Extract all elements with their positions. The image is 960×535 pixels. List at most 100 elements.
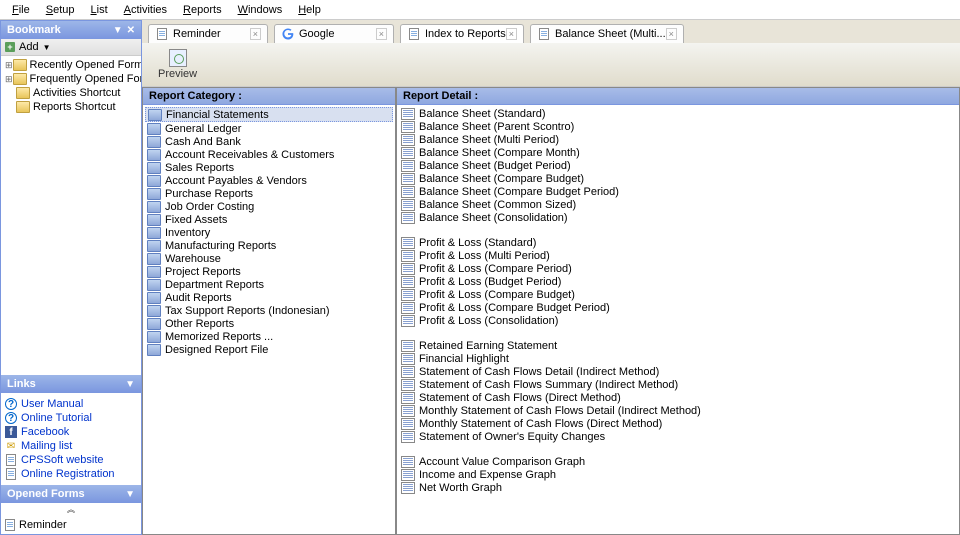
- tab[interactable]: Balance Sheet (Multi...×: [530, 24, 684, 43]
- report-item[interactable]: Balance Sheet (Compare Budget): [399, 172, 957, 185]
- menu-reports[interactable]: Reports: [175, 2, 230, 18]
- dropdown-icon[interactable]: ▼: [125, 489, 135, 500]
- report-item[interactable]: Balance Sheet (Compare Budget Period): [399, 185, 957, 198]
- category-item[interactable]: Account Receivables & Customers: [145, 148, 393, 161]
- category-item[interactable]: Inventory: [145, 226, 393, 239]
- tab[interactable]: Index to Reports×: [400, 24, 524, 43]
- expand-icon[interactable]: ⊞: [5, 74, 13, 85]
- report-item[interactable]: Balance Sheet (Consolidation): [399, 211, 957, 224]
- report-label: Balance Sheet (Standard): [419, 108, 546, 120]
- scroll-up-icon[interactable]: ︽: [1, 503, 141, 516]
- report-item[interactable]: Profit & Loss (Compare Budget Period): [399, 301, 957, 314]
- report-item[interactable]: Profit & Loss (Standard): [399, 236, 957, 249]
- close-icon[interactable]: ✕: [127, 25, 135, 36]
- report-item[interactable]: Balance Sheet (Common Sized): [399, 198, 957, 211]
- category-icon: [147, 292, 161, 304]
- preview-button[interactable]: Preview: [150, 47, 205, 82]
- report-icon: [401, 276, 415, 288]
- tab-close-icon[interactable]: ×: [376, 28, 387, 40]
- report-item[interactable]: Monthly Statement of Cash Flows Detail (…: [399, 404, 957, 417]
- tab[interactable]: Google×: [274, 24, 394, 43]
- report-item[interactable]: Balance Sheet (Budget Period): [399, 159, 957, 172]
- category-label: Financial Statements: [166, 109, 269, 121]
- opened-form-item[interactable]: Reminder: [5, 518, 137, 532]
- category-item[interactable]: Job Order Costing: [145, 200, 393, 213]
- tab-close-icon[interactable]: ×: [506, 28, 517, 40]
- report-item[interactable]: Statement of Cash Flows Detail (Indirect…: [399, 365, 957, 378]
- category-item[interactable]: Purchase Reports: [145, 187, 393, 200]
- report-item[interactable]: Profit & Loss (Compare Budget): [399, 288, 957, 301]
- menu-windows[interactable]: Windows: [230, 2, 291, 18]
- report-item[interactable]: Statement of Owner's Equity Changes: [399, 430, 957, 443]
- report-item[interactable]: Profit & Loss (Budget Period): [399, 275, 957, 288]
- report-item[interactable]: Balance Sheet (Multi Period): [399, 133, 957, 146]
- menu-setup[interactable]: Setup: [38, 2, 83, 18]
- tab-close-icon[interactable]: ×: [666, 28, 677, 40]
- links-title: Links: [7, 378, 125, 390]
- report-item[interactable]: Profit & Loss (Compare Period): [399, 262, 957, 275]
- tab-label: Index to Reports: [425, 28, 506, 40]
- category-item[interactable]: Project Reports: [145, 265, 393, 278]
- category-icon: [147, 162, 161, 174]
- category-item[interactable]: Audit Reports: [145, 291, 393, 304]
- category-icon: [147, 344, 161, 356]
- category-icon: [148, 109, 162, 121]
- report-item[interactable]: Profit & Loss (Consolidation): [399, 314, 957, 327]
- report-item[interactable]: Balance Sheet (Parent Scontro): [399, 120, 957, 133]
- expand-icon[interactable]: ⊞: [5, 60, 13, 71]
- category-item[interactable]: Fixed Assets: [145, 213, 393, 226]
- link-item[interactable]: CPSSoft website: [5, 453, 137, 467]
- menu-activities[interactable]: Activities: [116, 2, 175, 18]
- category-item[interactable]: Other Reports: [145, 317, 393, 330]
- report-item[interactable]: Monthly Statement of Cash Flows (Direct …: [399, 417, 957, 430]
- dropdown-icon[interactable]: ▼: [113, 25, 123, 36]
- tree-item[interactable]: ⊞Recently Opened Forms: [3, 58, 139, 72]
- category-item[interactable]: Memorized Reports ...: [145, 330, 393, 343]
- category-item[interactable]: General Ledger: [145, 122, 393, 135]
- group-spacer: [399, 327, 957, 339]
- tree-item[interactable]: Reports Shortcut: [3, 100, 139, 114]
- report-item[interactable]: Retained Earning Statement: [399, 339, 957, 352]
- category-item[interactable]: Tax Support Reports (Indonesian): [145, 304, 393, 317]
- menu-file[interactable]: File: [4, 2, 38, 18]
- report-label: Profit & Loss (Consolidation): [419, 315, 558, 327]
- report-item[interactable]: Account Value Comparison Graph: [399, 455, 957, 468]
- category-item[interactable]: Financial Statements: [145, 107, 393, 122]
- category-item[interactable]: Designed Report File: [145, 343, 393, 356]
- report-item[interactable]: Statement of Cash Flows (Direct Method): [399, 391, 957, 404]
- link-item[interactable]: ?Online Tutorial: [5, 411, 137, 425]
- category-item[interactable]: Manufacturing Reports: [145, 239, 393, 252]
- report-item[interactable]: Income and Expense Graph: [399, 468, 957, 481]
- report-item[interactable]: Net Worth Graph: [399, 481, 957, 494]
- link-item[interactable]: ?User Manual: [5, 397, 137, 411]
- category-item[interactable]: Department Reports: [145, 278, 393, 291]
- category-item[interactable]: Cash And Bank: [145, 135, 393, 148]
- category-item[interactable]: Warehouse: [145, 252, 393, 265]
- category-label: Audit Reports: [165, 292, 232, 304]
- report-label: Balance Sheet (Common Sized): [419, 199, 576, 211]
- tree-item[interactable]: ⊞Frequently Opened Forms: [3, 72, 139, 86]
- category-item[interactable]: Sales Reports: [145, 161, 393, 174]
- category-header: Report Category :: [143, 88, 395, 105]
- menu-help[interactable]: Help: [290, 2, 329, 18]
- report-icon: [401, 250, 415, 262]
- report-item[interactable]: Balance Sheet (Compare Month): [399, 146, 957, 159]
- tab[interactable]: Reminder×: [148, 24, 268, 43]
- report-item[interactable]: Profit & Loss (Multi Period): [399, 249, 957, 262]
- link-label: Online Registration: [21, 468, 115, 480]
- report-item[interactable]: Statement of Cash Flows Summary (Indirec…: [399, 378, 957, 391]
- add-bar[interactable]: + Add ▼: [1, 39, 141, 56]
- tab-close-icon[interactable]: ×: [250, 28, 261, 40]
- category-label: Tax Support Reports (Indonesian): [165, 305, 329, 317]
- report-item[interactable]: Financial Highlight: [399, 352, 957, 365]
- dropdown-icon[interactable]: ▼: [125, 379, 135, 390]
- report-icon: [401, 353, 415, 365]
- link-item[interactable]: ✉Mailing list: [5, 439, 137, 453]
- tree-item[interactable]: Activities Shortcut: [3, 86, 139, 100]
- report-item[interactable]: Balance Sheet (Standard): [399, 107, 957, 120]
- menu-list[interactable]: List: [83, 2, 116, 18]
- link-item[interactable]: Online Registration: [5, 467, 137, 481]
- category-item[interactable]: Account Payables & Vendors: [145, 174, 393, 187]
- link-label: Online Tutorial: [21, 412, 92, 424]
- link-item[interactable]: fFacebook: [5, 425, 137, 439]
